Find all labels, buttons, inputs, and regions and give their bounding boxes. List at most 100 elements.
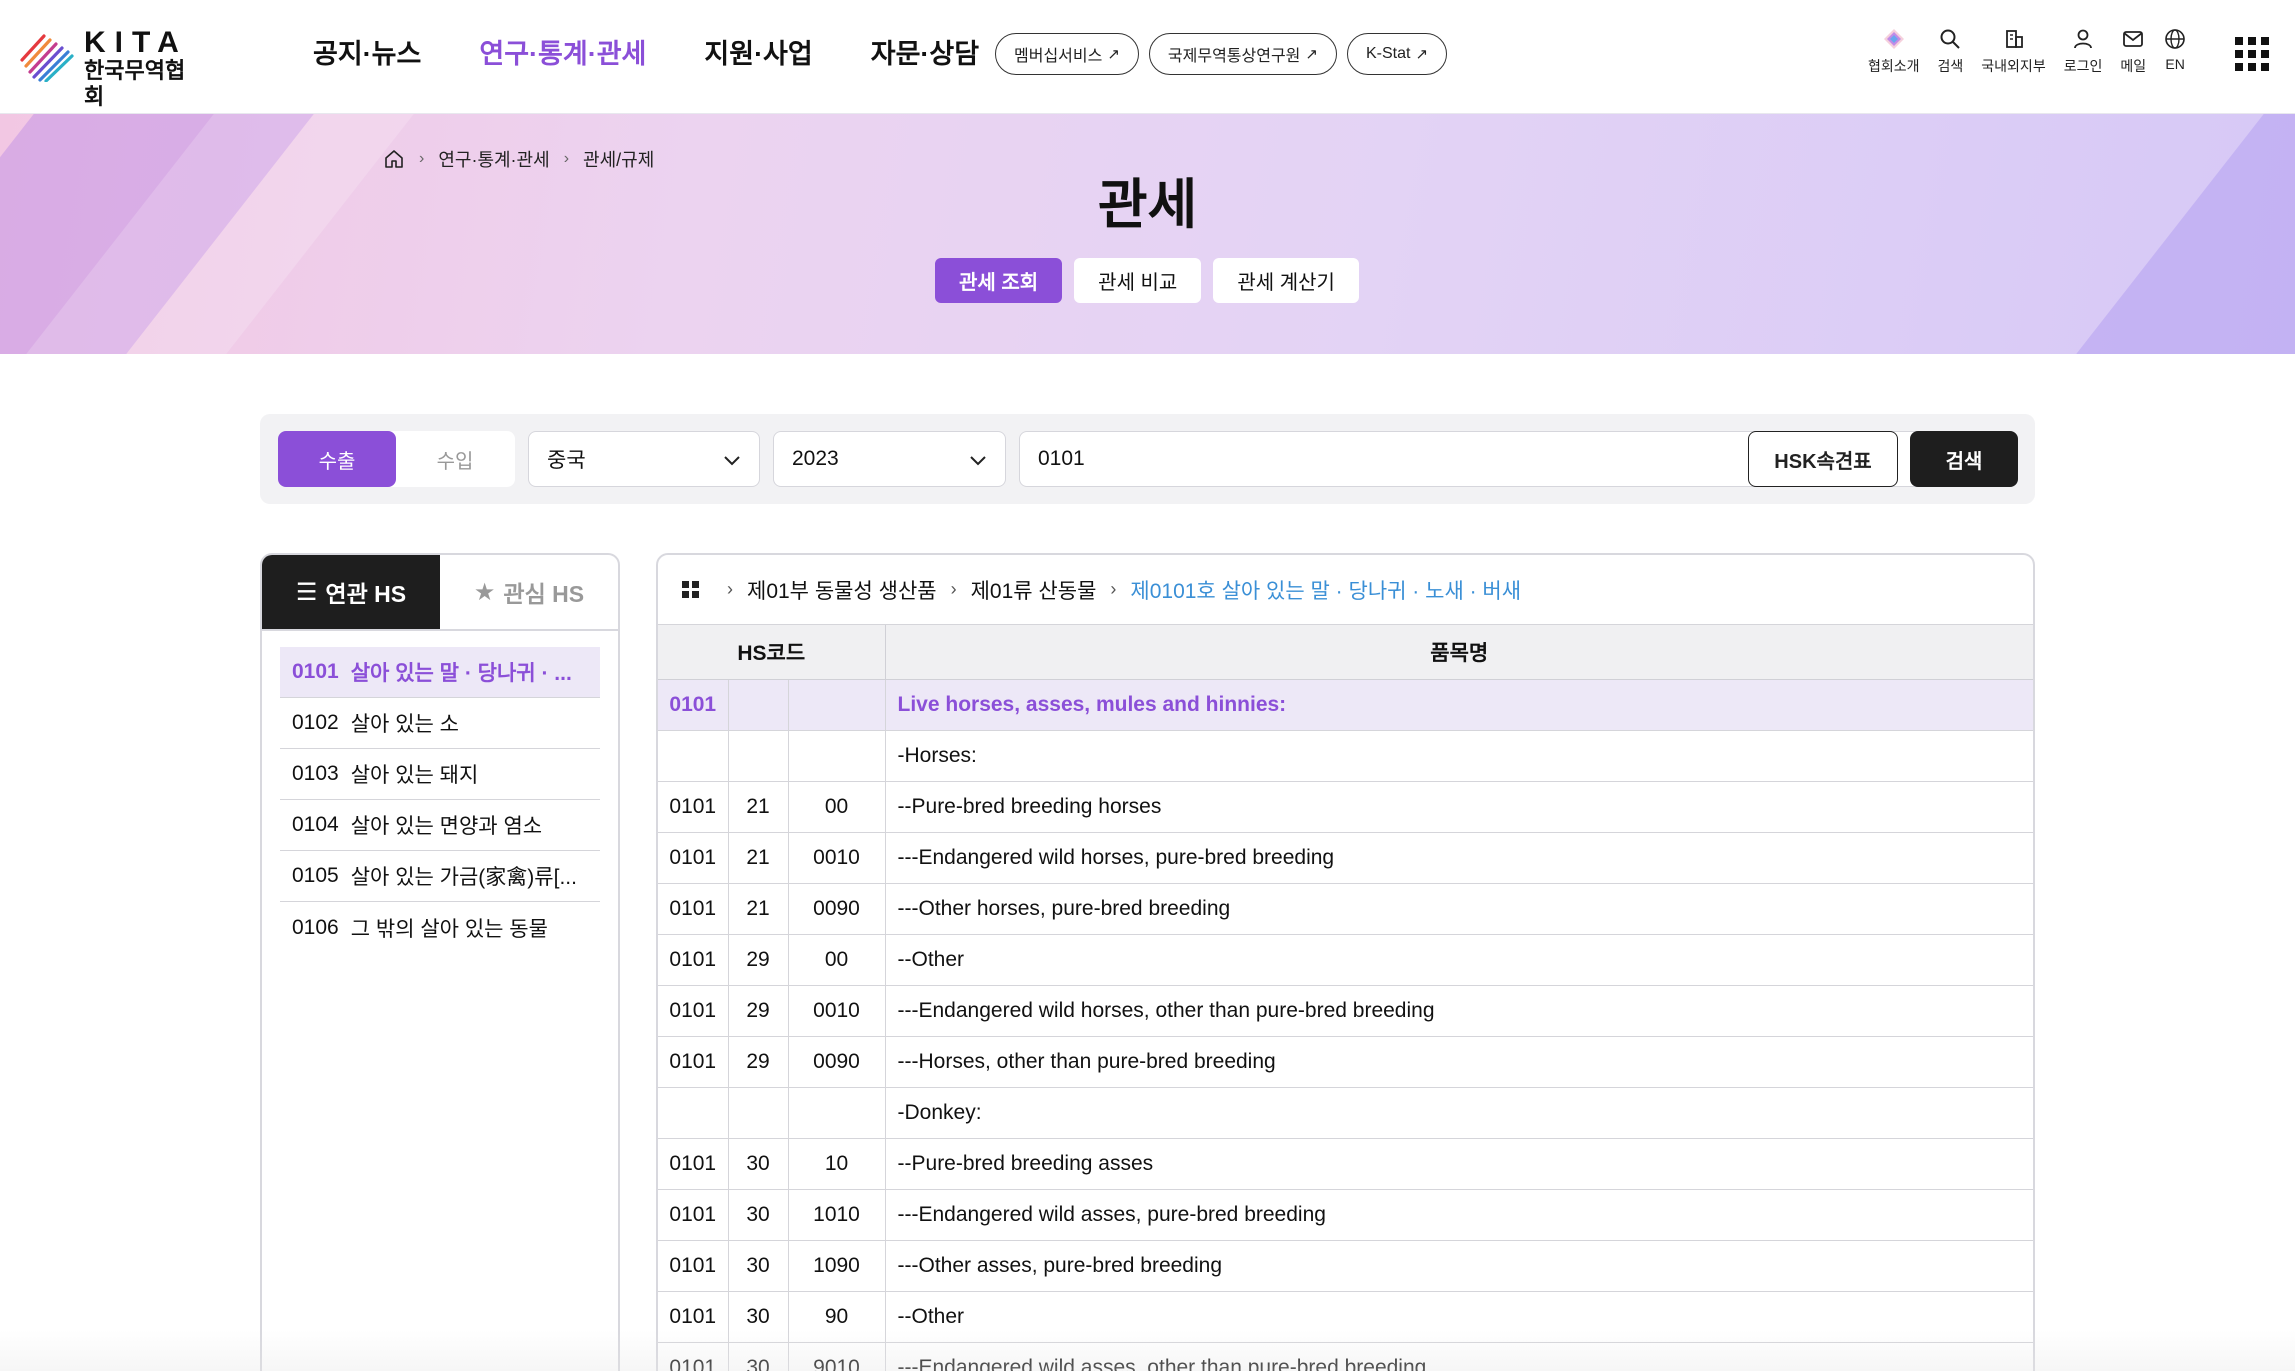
- hs-code-part1: 0101: [658, 1189, 729, 1241]
- table-row[interactable]: 0101 21 00 --Pure-bred breeding horses: [658, 781, 2033, 833]
- util-about[interactable]: 협회소개: [1868, 28, 1920, 76]
- util-english[interactable]: EN: [2164, 28, 2186, 76]
- hs-code-part1: [658, 730, 729, 782]
- hs-name: 살아 있는 말 · 당나귀 · ...: [350, 662, 572, 685]
- institute-link[interactable]: 국제무역통상연구원 ↗: [1148, 33, 1337, 75]
- column-header-description: 품목명: [885, 625, 2033, 680]
- hs-code-part3: 1090: [788, 1240, 886, 1292]
- column-header-hs-code: HS코드: [658, 625, 886, 680]
- table-row[interactable]: -Donkey:: [658, 1087, 2033, 1139]
- kita-logo[interactable]: KITA 한국무역협회: [18, 28, 198, 109]
- kstat-link[interactable]: K-Stat ↗: [1346, 33, 1448, 75]
- nav-item-research[interactable]: 연구·통계·관세: [479, 36, 646, 72]
- hs-crumb-chapter[interactable]: 제01류 산동물: [971, 575, 1097, 605]
- hs-crumb-part[interactable]: 제01부 동물성 생산품: [747, 575, 937, 605]
- table-row[interactable]: 0101 30 9010 ---Endangered wild asses, othe…: [658, 1342, 2033, 1371]
- year-select[interactable]: 2023: [773, 431, 1006, 487]
- item-description: Live horses, asses, mules and hinnies:: [885, 679, 2033, 731]
- util-login[interactable]: 로그인: [2063, 28, 2103, 76]
- hs-code-part1: 0101: [658, 1240, 729, 1292]
- chevron-down-icon: [970, 456, 986, 466]
- list-item[interactable]: 0103 살아 있는 돼지: [280, 749, 600, 800]
- table-row[interactable]: 0101 30 10 --Pure-bred breeding asses: [658, 1138, 2033, 1190]
- item-description: --Other: [885, 934, 2033, 986]
- table-row[interactable]: 0101 21 0010 ---Endangered wild horses, pur…: [658, 832, 2033, 884]
- main-nav: 공지·뉴스 연구·통계·관세 지원·사업 자문·상담: [313, 36, 1037, 72]
- year-select-value: 2023: [792, 447, 839, 470]
- hs-code-part3: 00: [788, 934, 886, 986]
- tab-tariff-calculator[interactable]: 관세 계산기: [1213, 258, 1359, 303]
- nav-item-support[interactable]: 지원·사업: [704, 36, 812, 72]
- hs-code-part1: 0101: [658, 1138, 729, 1190]
- hs-code-part3: [788, 1087, 886, 1139]
- list-item[interactable]: 0104 살아 있는 면양과 염소: [280, 800, 600, 851]
- all-menu-grid-icon[interactable]: [2235, 37, 2269, 71]
- hs-code-part2: 21: [728, 883, 789, 935]
- hs-table-body: 0101 Live horses, asses, mules and hinnie…: [658, 679, 2033, 1371]
- table-row[interactable]: -Horses:: [658, 730, 2033, 782]
- util-search[interactable]: 검색: [1938, 28, 1963, 76]
- table-row[interactable]: 0101 30 1010 ---Endangered wild asses, pure…: [658, 1189, 2033, 1241]
- util-mail[interactable]: 메일: [2120, 28, 2146, 76]
- membership-link-label: 멤버십서비스: [1014, 48, 1103, 65]
- item-description: --Other: [885, 1291, 2033, 1343]
- item-description: ---Endangered wild horses, pure-bred bre…: [885, 832, 2033, 884]
- tab-related-hs-label: 연관 HS: [325, 581, 407, 607]
- list-item[interactable]: 0106 그 밖의 살아 있는 동물: [280, 902, 600, 953]
- table-row[interactable]: 0101 21 0090 ---Other horses, pure-bred bre…: [658, 883, 2033, 935]
- hsk-table-button[interactable]: HSK속견표: [1748, 431, 1898, 487]
- item-description: ---Endangered wild horses, other than pu…: [885, 985, 2033, 1037]
- nav-item-news[interactable]: 공지·뉴스: [313, 36, 421, 72]
- list-item[interactable]: 0105 살아 있는 가금(家禽)류[...: [280, 851, 600, 902]
- table-row[interactable]: 0101 30 1090 ---Other asses, pure-bred bree…: [658, 1240, 2033, 1292]
- hs-code-part2: 21: [728, 781, 789, 833]
- search-button[interactable]: 검색: [1910, 431, 2018, 487]
- util-mail-label: 메일: [2120, 58, 2147, 74]
- hs-code: 0101: [292, 660, 339, 683]
- util-branches[interactable]: 국내외지부: [1981, 28, 2046, 76]
- tab-related-hs[interactable]: ☰ 연관 HS: [262, 555, 440, 629]
- hs-crumb-heading[interactable]: 제0101호 살아 있는 말 · 당나귀 · 노새 · 버새: [1130, 575, 1521, 605]
- search-bar: 수출 수입 중국 2023 0101 HSK속견표 검색: [260, 414, 2035, 504]
- list-item[interactable]: 0102 살아 있는 소: [280, 698, 600, 749]
- util-login-label: 로그인: [2063, 58, 2103, 74]
- tab-tariff-compare[interactable]: 관세 비교: [1074, 258, 1202, 303]
- hs-code-part3: 0090: [788, 1036, 886, 1088]
- search-icon: [1940, 29, 1961, 49]
- hs-code-part2: 30: [728, 1138, 789, 1190]
- export-toggle-button[interactable]: 수출: [278, 431, 396, 487]
- trade-type-toggle: 수출 수입: [278, 431, 515, 487]
- table-row[interactable]: 0101 29 0090 ---Horses, other than pure-bre…: [658, 1036, 2033, 1088]
- hs-code-part2: [728, 1087, 789, 1139]
- table-row[interactable]: 0101 29 00 --Other: [658, 934, 2033, 986]
- membership-link[interactable]: 멤버십서비스 ↗: [995, 33, 1139, 75]
- hs-name: 그 밖의 살아 있는 동물: [350, 917, 548, 941]
- user-icon: [2074, 29, 2092, 49]
- hs-code-part3: 10: [788, 1138, 886, 1190]
- list-item[interactable]: 0101 살아 있는 말 · 당나귀 · ...: [280, 647, 600, 698]
- hs-code-part3: 90: [788, 1291, 886, 1343]
- hs-code: 0103: [292, 762, 339, 785]
- table-row[interactable]: 0101 29 0010 ---Endangered wild horses, oth…: [658, 985, 2033, 1037]
- hs-name: 살아 있는 소: [350, 713, 459, 736]
- hs-code-part3: 9010: [788, 1342, 886, 1371]
- item-description: --Pure-bred breeding horses: [885, 781, 2033, 833]
- item-description: -Donkey:: [885, 1087, 2033, 1139]
- util-branches-label: 국내외지부: [1981, 58, 2046, 74]
- item-description: ---Endangered wild asses, other than pur…: [885, 1342, 2033, 1371]
- diamond-logo-icon: [1883, 29, 1904, 49]
- item-description: ---Horses, other than pure-bred breeding: [885, 1036, 2033, 1088]
- hs-name: 살아 있는 면양과 염소: [350, 815, 543, 838]
- hs-code-part1: 0101: [658, 1342, 729, 1371]
- table-row[interactable]: 0101 Live horses, asses, mules and hinnie…: [658, 679, 2033, 731]
- tab-tariff-lookup[interactable]: 관세 조회: [935, 258, 1063, 303]
- table-row[interactable]: 0101 30 90 --Other: [658, 1291, 2033, 1343]
- tab-interest-hs[interactable]: ★ 관심 HS: [440, 555, 618, 629]
- country-select[interactable]: 중국: [528, 431, 760, 487]
- hs-code-part1: 0101: [658, 1291, 729, 1343]
- import-toggle-button[interactable]: 수입: [396, 431, 514, 487]
- nav-item-consulting[interactable]: 자문·상담: [871, 36, 979, 72]
- external-arrow-icon: ↗: [1305, 46, 1318, 63]
- hs-code-part2: [728, 679, 789, 731]
- globe-icon: [2165, 29, 2185, 49]
